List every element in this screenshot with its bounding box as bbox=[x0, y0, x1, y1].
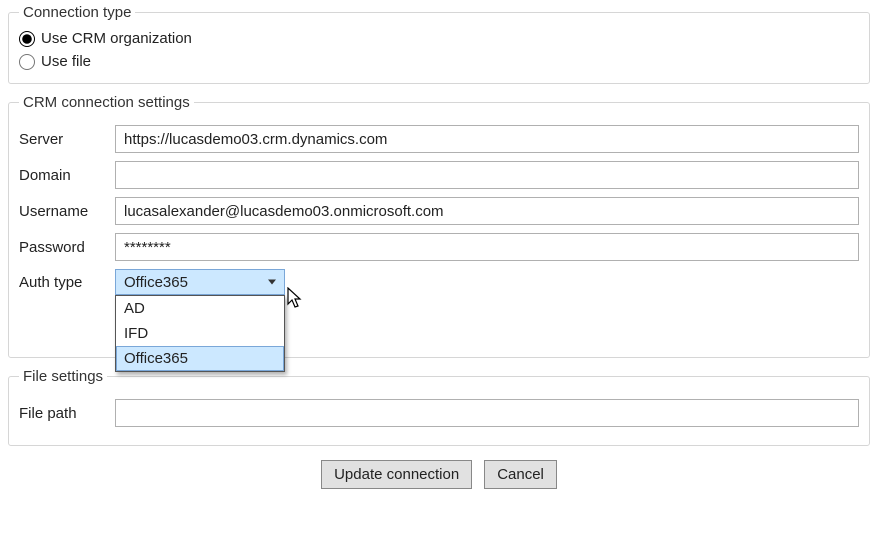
auth-type-select-wrap: Office365 AD IFD Office365 bbox=[115, 269, 285, 295]
server-label: Server bbox=[19, 131, 111, 148]
auth-type-dropdown: AD IFD Office365 bbox=[115, 295, 285, 372]
radio-use-file-label: Use file bbox=[41, 53, 91, 70]
file-settings-legend: File settings bbox=[19, 368, 107, 385]
username-label: Username bbox=[19, 203, 111, 220]
auth-type-select[interactable]: Office365 bbox=[115, 269, 285, 295]
file-path-label: File path bbox=[19, 405, 111, 422]
auth-type-selected-value: Office365 bbox=[124, 274, 188, 291]
auth-type-label: Auth type bbox=[19, 274, 111, 291]
domain-label: Domain bbox=[19, 167, 111, 184]
crm-settings-group: CRM connection settings Server Domain Us… bbox=[8, 94, 870, 358]
auth-type-row: Auth type Office365 AD IFD Office365 bbox=[19, 269, 859, 295]
file-path-row: File path bbox=[19, 399, 859, 427]
chevron-down-icon bbox=[268, 280, 276, 285]
radio-use-file[interactable]: Use file bbox=[19, 50, 859, 73]
file-path-input[interactable] bbox=[115, 399, 859, 427]
connection-type-legend: Connection type bbox=[19, 4, 135, 21]
username-row: Username bbox=[19, 197, 859, 225]
server-row: Server bbox=[19, 125, 859, 153]
cancel-button[interactable]: Cancel bbox=[484, 460, 557, 489]
domain-row: Domain bbox=[19, 161, 859, 189]
password-row: Password bbox=[19, 233, 859, 261]
auth-option-office365[interactable]: Office365 bbox=[116, 346, 284, 371]
radio-use-file-input[interactable] bbox=[19, 54, 35, 70]
auth-option-ad[interactable]: AD bbox=[116, 296, 284, 321]
crm-settings-legend: CRM connection settings bbox=[19, 94, 194, 111]
radio-use-crm[interactable]: Use CRM organization bbox=[19, 27, 859, 50]
auth-option-ifd[interactable]: IFD bbox=[116, 321, 284, 346]
password-input[interactable] bbox=[115, 233, 859, 261]
password-label: Password bbox=[19, 239, 111, 256]
file-settings-group: File settings File path bbox=[8, 368, 870, 446]
radio-use-crm-input[interactable] bbox=[19, 31, 35, 47]
update-connection-button[interactable]: Update connection bbox=[321, 460, 472, 489]
radio-use-crm-label: Use CRM organization bbox=[41, 30, 192, 47]
username-input[interactable] bbox=[115, 197, 859, 225]
server-input[interactable] bbox=[115, 125, 859, 153]
button-row: Update connection Cancel bbox=[8, 460, 870, 489]
domain-input[interactable] bbox=[115, 161, 859, 189]
connection-type-group: Connection type Use CRM organization Use… bbox=[8, 4, 870, 84]
